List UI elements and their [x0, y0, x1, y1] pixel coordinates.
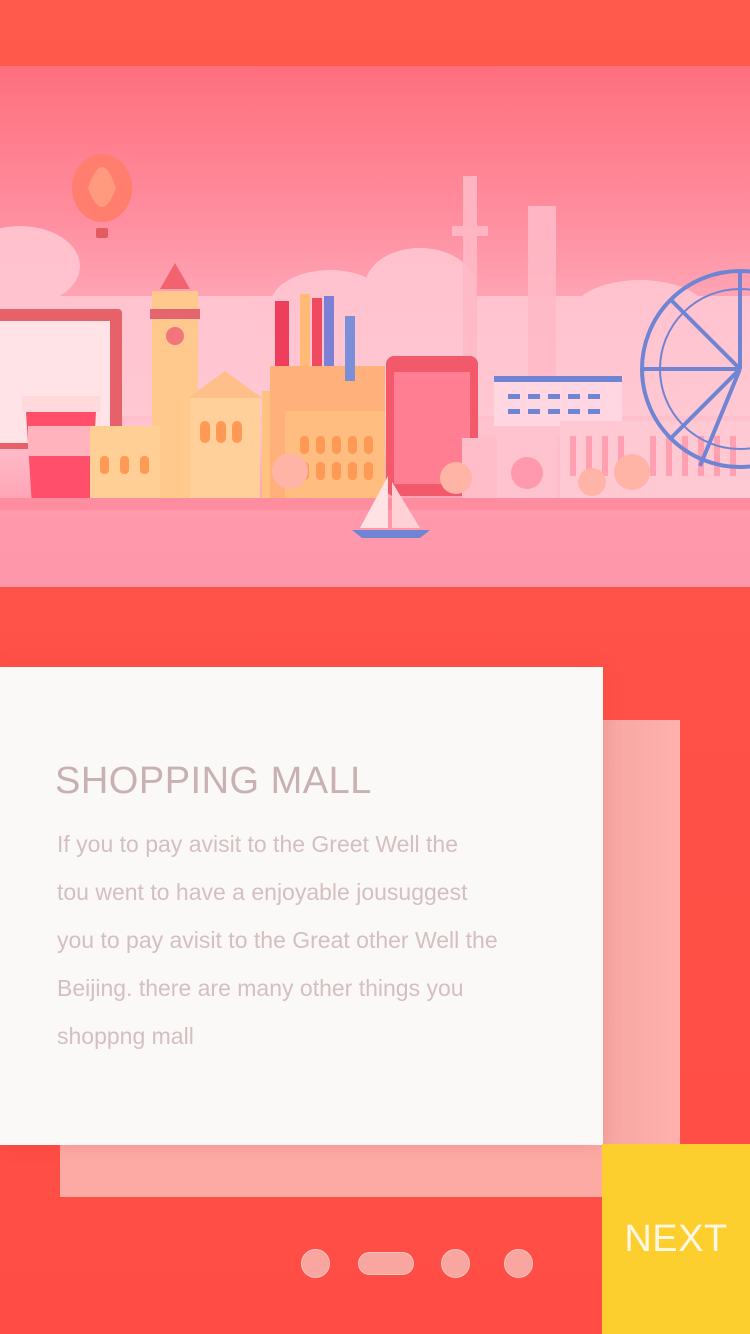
next-button-label: NEXT: [624, 1217, 728, 1260]
pagination-dot-3[interactable]: [441, 1249, 470, 1278]
onboarding-title: SHOPPING MALL: [55, 760, 372, 802]
card-stack-shadow-bottom: [60, 1145, 603, 1197]
card-stack-shadow-right: [603, 720, 680, 1145]
description-line: Beijing. there are many other things you: [57, 975, 464, 1001]
onboarding-description: If you to pay avisit to the Greet Well t…: [57, 820, 537, 1060]
city-skyline-illustration: [0, 154, 750, 587]
description-line: shoppng mall: [57, 1023, 194, 1049]
pagination-dot-1[interactable]: [301, 1249, 330, 1278]
pagination-dot-4[interactable]: [504, 1249, 533, 1278]
city-banner-illustration: [0, 66, 750, 587]
description-line: you to pay avisit to the Great other Wel…: [57, 927, 498, 953]
description-line: tou went to have a enjoyable jousuggest: [57, 879, 468, 905]
next-button[interactable]: NEXT: [602, 1144, 750, 1334]
hot-air-balloon-icon: [72, 154, 132, 238]
pagination-dot-2-active[interactable]: [358, 1252, 414, 1275]
description-line: If you to pay avisit to the Greet Well t…: [57, 831, 458, 857]
onboarding-screen: SHOPPING MALL If you to pay avisit to th…: [0, 0, 750, 1334]
